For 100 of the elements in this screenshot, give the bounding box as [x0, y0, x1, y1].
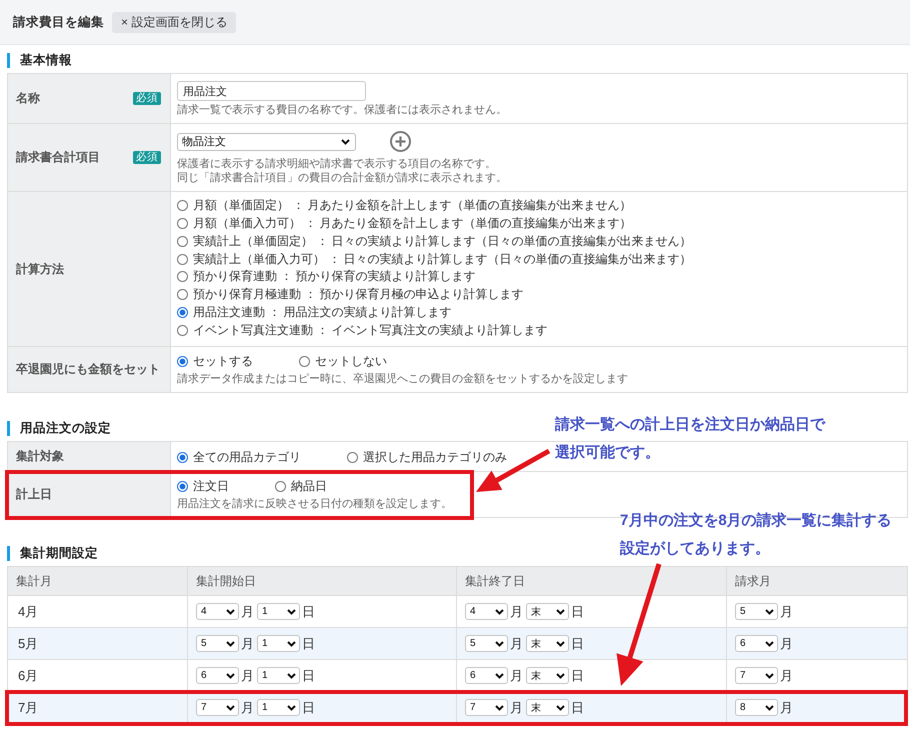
chevron-icon — [556, 640, 565, 646]
radio-label[interactable]: 月額（単価入力可） ： 月あたり金額を計上します（単価の直接編集が出来ます） — [193, 216, 632, 232]
chevron-icon — [495, 640, 504, 646]
name-input[interactable]: 用品注文 — [177, 81, 366, 101]
unit-label: 月 — [241, 634, 254, 652]
radio-button[interactable] — [177, 236, 188, 247]
hint-text: 請求データ作成またはコピー時に、卒退園児へこの費目の金額をセットするかを設定します — [177, 372, 629, 386]
field-label: 計算方法 — [16, 260, 64, 278]
column-header: 請求月 — [727, 567, 908, 595]
month-select[interactable]: 4 — [196, 603, 239, 620]
radio-button[interactable] — [177, 452, 188, 463]
radio-label[interactable]: 納品日 — [291, 479, 327, 494]
unit-label: 月 — [780, 666, 793, 684]
radio-label[interactable]: 注文日 — [193, 479, 229, 494]
chevron-icon — [495, 704, 504, 710]
day-select[interactable]: 1 — [257, 603, 300, 620]
radio-label[interactable]: 選択した用品カテゴリのみ — [363, 450, 507, 465]
chevron-icon — [765, 608, 774, 614]
radio-label[interactable]: 預かり保育連動 ： 預かり保育の実績より計算します — [193, 269, 476, 284]
table-cell: 6月 — [8, 660, 188, 691]
required-badge: 必須 — [133, 92, 161, 105]
callout-text: 請求一覧への計上日を注文日か納品日で 選択可能です。 — [555, 415, 825, 463]
radio-label[interactable]: 全ての用品カテゴリ — [193, 450, 301, 465]
month-select[interactable]: 5 — [735, 603, 778, 620]
chevron-icon — [765, 704, 774, 710]
total-item-select[interactable]: 物品注文 — [177, 132, 356, 150]
radio-label[interactable]: 月額（単価固定） ： 月あたり金額を計上します（単価の直接編集が出来ません） — [193, 198, 632, 214]
chevron-icon — [226, 704, 235, 710]
month-select[interactable]: 6 — [196, 667, 239, 684]
day-select[interactable]: 1 — [257, 635, 300, 652]
chevron-icon — [287, 672, 296, 678]
unit-label: 日 — [302, 666, 315, 684]
required-badge: 必須 — [133, 151, 161, 164]
chevron-icon — [226, 608, 235, 614]
chevron-icon — [556, 672, 565, 678]
unit-label: 月 — [510, 698, 523, 716]
month-select[interactable]: 7 — [196, 699, 239, 716]
callout-text: 7月中の注文を8月の請求一覧に集計する 設定がしてあります。 — [620, 511, 892, 559]
radio-button[interactable] — [177, 481, 188, 492]
chevron-icon — [556, 704, 565, 710]
radio-button[interactable] — [177, 254, 188, 265]
column-header: 集計開始日 — [188, 567, 457, 595]
day-select[interactable]: 末 — [526, 635, 569, 652]
radio-button[interactable] — [177, 289, 188, 300]
unit-label: 日 — [302, 602, 315, 620]
unit-label: 月 — [780, 634, 793, 652]
radio-label[interactable]: 預かり保育月極連動 ： 預かり保育月極の申込より計算します — [193, 287, 524, 302]
hint-text: 請求一覧で表示する費目の名称です。保護者には表示されません。 — [177, 103, 508, 117]
close-settings-button[interactable]: × 設定画面を閉じる — [112, 12, 236, 32]
radio-label[interactable]: イベント写真注文連動 ： イベント写真注文の実績より計算します — [193, 322, 548, 338]
month-select[interactable]: 7 — [735, 667, 778, 684]
chevron-icon — [556, 608, 565, 614]
radio-button[interactable] — [347, 452, 358, 463]
unit-label: 日 — [571, 666, 584, 684]
month-select[interactable]: 5 — [196, 635, 239, 652]
section-title: 基本情報 — [7, 53, 72, 68]
unit-label: 日 — [571, 698, 584, 716]
day-select[interactable]: 1 — [257, 667, 300, 684]
chevron-icon — [765, 640, 774, 646]
day-select[interactable]: 末 — [526, 667, 569, 684]
radio-button[interactable] — [177, 324, 188, 336]
column-header: 集計月 — [8, 567, 188, 595]
radio-label[interactable]: 実績計上（単価入力可） ： 日々の実績より計算します（日々の単価の直接編集が出来ます） — [193, 252, 692, 267]
day-select[interactable]: 末 — [526, 603, 569, 620]
radio-button[interactable] — [299, 356, 310, 367]
field-label: 卒退園児にも金額をセット — [16, 361, 160, 378]
radio-label[interactable]: 実績計上（単価固定） ： 日々の実績より計算します（日々の単価の直接編集が出来ません） — [193, 234, 692, 249]
unit-label: 日 — [302, 634, 315, 652]
hint-text: 保護者に表示する請求明細や請求書で表示する項目の名称です。 — [177, 157, 497, 171]
chevron-icon — [287, 608, 296, 614]
table-cell: 4月 — [8, 596, 188, 627]
chevron-icon — [226, 672, 235, 678]
unit-label: 月 — [241, 602, 254, 620]
month-select[interactable]: 6 — [735, 635, 778, 652]
chevron-icon — [287, 640, 296, 646]
day-select[interactable]: 末 — [526, 699, 569, 716]
radio-button[interactable] — [177, 356, 188, 367]
field-label: 計上日 — [16, 486, 52, 503]
unit-label: 日 — [571, 634, 584, 652]
radio-button[interactable] — [177, 200, 188, 212]
hint-text: 用品注文を請求に反映させる日付の種類を設定します。 — [177, 497, 453, 511]
radio-label[interactable]: 用品注文連動 ： 用品注文の実績より計算します — [193, 304, 452, 320]
month-select[interactable]: 4 — [465, 603, 508, 620]
chevron-icon — [287, 704, 296, 710]
month-select[interactable]: 5 — [465, 635, 508, 652]
month-select[interactable]: 8 — [735, 699, 778, 716]
day-select[interactable]: 1 — [257, 699, 300, 716]
radio-label[interactable]: セットしない — [315, 354, 387, 369]
radio-button[interactable] — [177, 306, 188, 318]
radio-button[interactable] — [177, 271, 188, 282]
month-select[interactable]: 6 — [465, 667, 508, 684]
radio-label[interactable]: セットする — [193, 354, 253, 369]
chevron-icon — [495, 608, 504, 614]
plus-circle-icon[interactable] — [390, 131, 411, 152]
chevron-icon — [495, 672, 504, 678]
field-label: 請求書合計項目 — [16, 149, 100, 166]
radio-button[interactable] — [275, 481, 286, 492]
radio-button[interactable] — [177, 218, 188, 230]
field-label: 集計対象 — [16, 448, 64, 465]
month-select[interactable]: 7 — [465, 699, 508, 716]
